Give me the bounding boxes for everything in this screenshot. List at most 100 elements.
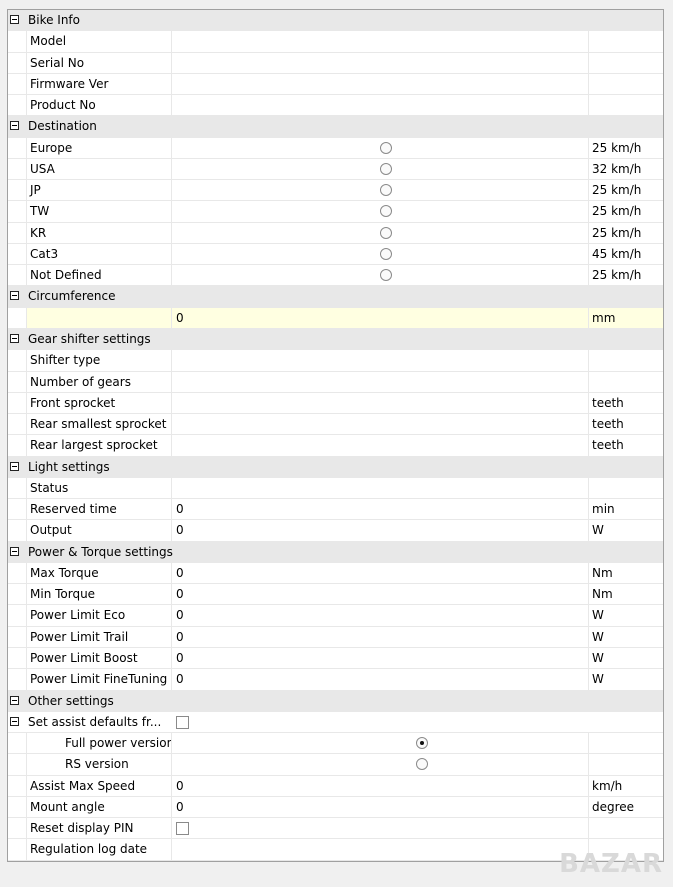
reset-display-pin-checkbox[interactable] [176, 822, 189, 836]
property-value[interactable] [172, 73, 589, 95]
property-unit: W [589, 626, 663, 647]
radio-usa[interactable] [380, 162, 392, 175]
collapse-minus-icon[interactable] [10, 546, 19, 556]
property-unit: 25 km/h [589, 201, 663, 222]
property-value[interactable] [172, 95, 589, 116]
property-value[interactable] [172, 350, 589, 371]
property-value[interactable] [172, 392, 589, 414]
property-rear-smallest-sprocket[interactable]: Rear smallest sprocket teeth [8, 414, 663, 436]
property-value[interactable]: 0 [172, 584, 589, 605]
destination-cat3[interactable]: Cat3 45 km/h [8, 243, 663, 266]
category-bike-info[interactable]: Bike Info [8, 10, 663, 32]
property-value [172, 201, 589, 222]
property-value[interactable]: 0 [172, 669, 589, 690]
property-unit: W [589, 647, 663, 669]
property-value[interactable]: 0 [172, 796, 589, 818]
property-shifter-type[interactable]: Shifter type [8, 350, 663, 372]
property-value[interactable] [172, 839, 589, 860]
property-unit: 32 km/h [589, 158, 663, 180]
set-assist-checkbox[interactable] [176, 715, 189, 729]
property-label: Power Limit Boost [26, 647, 172, 669]
radio-full-power[interactable] [416, 737, 428, 750]
radio-not-defined[interactable] [380, 269, 392, 282]
property-value[interactable] [172, 435, 589, 456]
property-value [172, 265, 589, 286]
property-value[interactable]: 0 [172, 775, 589, 796]
category-destination[interactable]: Destination [8, 116, 663, 138]
property-label: Firmware Ver [26, 73, 172, 95]
property-label: Europe [26, 137, 172, 158]
property-label: Reserved time [26, 499, 172, 520]
property-front-sprocket[interactable]: Front sprocket teeth [8, 392, 663, 415]
category-circumference[interactable]: Circumference [8, 286, 663, 308]
property-serial-no[interactable]: Serial No [8, 52, 663, 74]
property-max-torque[interactable]: Max Torque 0 Nm [8, 562, 663, 585]
property-model[interactable]: Model [8, 31, 663, 53]
collapse-minus-icon[interactable] [10, 121, 19, 131]
destination-jp[interactable]: JP 25 km/h [8, 180, 663, 202]
property-number-of-gears[interactable]: Number of gears [8, 371, 663, 393]
property-power-limit-boost[interactable]: Power Limit Boost 0 W [8, 647, 663, 670]
property-value[interactable]: 0 [172, 520, 589, 541]
property-mount-angle[interactable]: Mount angle 0 degree [8, 796, 663, 819]
property-power-limit-trail[interactable]: Power Limit Trail 0 W [8, 626, 663, 648]
category-light[interactable]: Light settings [8, 456, 663, 478]
property-value[interactable]: 0 [172, 605, 589, 626]
property-min-torque[interactable]: Min Torque 0 Nm [8, 584, 663, 606]
category-other[interactable]: Other settings [8, 690, 663, 712]
destination-usa[interactable]: USA 32 km/h [8, 158, 663, 181]
property-unit: degree [589, 796, 663, 818]
destination-tw[interactable]: TW 25 km/h [8, 201, 663, 223]
property-value[interactable]: 0 [172, 562, 589, 584]
property-value[interactable] [172, 31, 589, 52]
property-unit: 25 km/h [589, 265, 663, 286]
property-circumference[interactable]: 0 mm [8, 307, 663, 329]
collapse-minus-icon[interactable] [10, 15, 19, 24]
radio-cat3[interactable] [380, 247, 392, 260]
property-reserved-time[interactable]: Reserved time 0 min [8, 499, 663, 521]
property-firmware-ver[interactable]: Firmware Ver [8, 73, 663, 96]
collapse-minus-icon[interactable] [10, 461, 19, 471]
property-label: RS version [26, 754, 172, 775]
collapse-minus-icon[interactable] [10, 333, 19, 343]
property-value[interactable] [172, 52, 589, 73]
destination-not-defined[interactable]: Not Defined 25 km/h [8, 265, 663, 287]
property-assist-max-speed[interactable]: Assist Max Speed 0 km/h [8, 775, 663, 797]
property-value[interactable]: 0 [172, 626, 589, 647]
property-value[interactable] [172, 477, 589, 499]
property-value[interactable]: 0 [172, 499, 589, 520]
property-label: Front sprocket [26, 392, 172, 414]
property-output[interactable]: Output 0 W [8, 520, 663, 542]
property-set-assist-defaults[interactable]: Set assist defaults fr... [8, 711, 663, 734]
property-rear-largest-sprocket[interactable]: Rear largest sprocket teeth [8, 435, 663, 457]
property-rs-version[interactable]: RS version [8, 754, 663, 776]
property-unit [589, 733, 663, 754]
property-power-limit-eco[interactable]: Power Limit Eco 0 W [8, 605, 663, 627]
collapse-minus-icon[interactable] [10, 716, 19, 726]
category-label: Bike Info [28, 13, 80, 27]
property-label: Output [26, 520, 172, 541]
radio-europe[interactable] [380, 141, 392, 154]
property-value[interactable] [172, 414, 589, 435]
property-full-power-version[interactable]: Full power version [8, 733, 663, 755]
radio-rs-version[interactable] [416, 758, 428, 771]
radio-tw[interactable] [380, 205, 392, 218]
property-product-no[interactable]: Product No [8, 95, 663, 117]
category-label: Other settings [28, 693, 114, 708]
collapse-minus-icon[interactable] [10, 291, 19, 301]
category-gear-shifter[interactable]: Gear shifter settings [8, 328, 663, 351]
property-grid[interactable]: Bike Info Model Serial No Firmware Ver P… [7, 9, 664, 862]
property-power-limit-finetuning[interactable]: Power Limit FineTuning 0 W [8, 669, 663, 691]
radio-kr[interactable] [380, 226, 392, 239]
property-label [26, 307, 172, 328]
property-status[interactable]: Status [8, 477, 663, 500]
destination-europe[interactable]: Europe 25 km/h [8, 137, 663, 159]
property-reset-display-pin[interactable]: Reset display PIN [8, 818, 663, 840]
category-power-torque[interactable]: Power & Torque settings [8, 541, 663, 563]
property-value[interactable]: 0 [172, 647, 589, 669]
circumference-input[interactable]: 0 [172, 307, 589, 328]
property-value[interactable] [172, 371, 589, 392]
radio-jp[interactable] [380, 184, 392, 197]
collapse-minus-icon[interactable] [10, 695, 19, 705]
destination-kr[interactable]: KR 25 km/h [8, 222, 663, 244]
